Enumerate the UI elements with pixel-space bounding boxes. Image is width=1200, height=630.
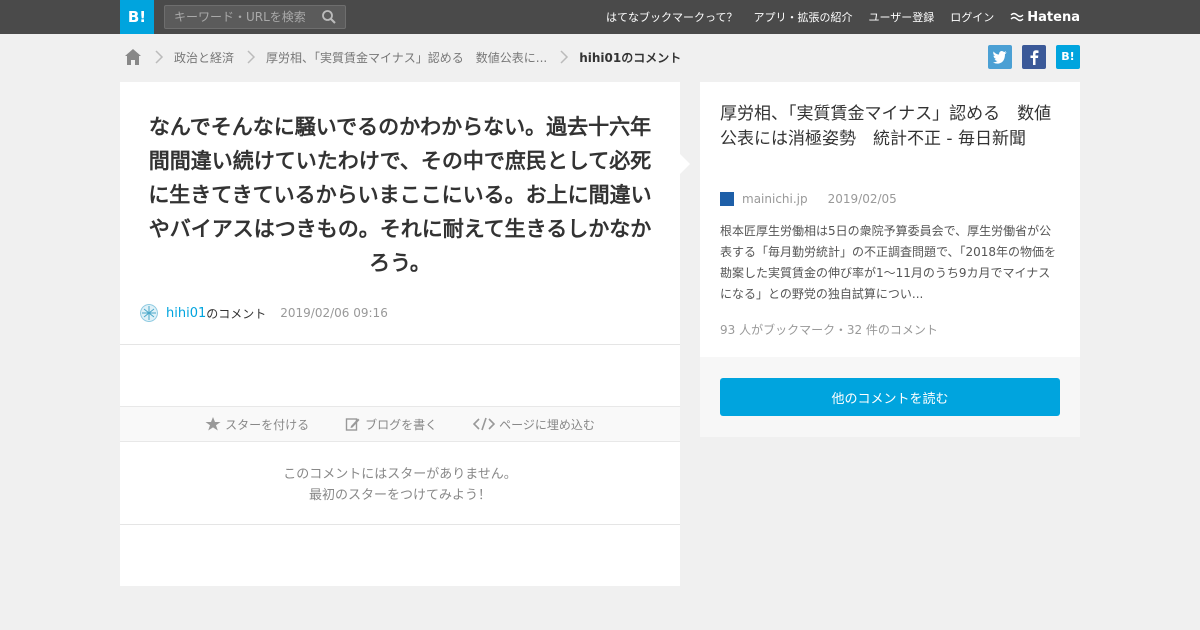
entry-domain[interactable]: mainichi.jp — [742, 192, 808, 206]
entry-meta: mainichi.jp 2019/02/05 — [720, 192, 897, 206]
no-star-message: このコメントにはスターがありません。 最初のスターをつけてみよう！ — [120, 464, 680, 506]
twitter-icon — [993, 51, 1007, 64]
search-input[interactable] — [165, 6, 315, 28]
comment-label: のコメント — [206, 306, 267, 321]
register-link[interactable]: ユーザー登録 — [869, 9, 935, 25]
divider — [120, 344, 680, 345]
hatena-brand-label: Hatena — [1027, 9, 1080, 25]
breadcrumb: 政治と経済 厚労相、「実質賃金マイナス」認める 数値公表に... hihi01の… — [124, 46, 681, 68]
entry-card: 厚労相、「実質賃金マイナス」認める 数値公表には消極姿勢 統計不正 - 毎日新聞… — [700, 82, 1080, 357]
no-star-line-2: 最初のスターをつけてみよう！ — [308, 488, 491, 503]
add-star-label: スターを付ける — [225, 417, 310, 432]
breadcrumb-current: hihi01のコメント — [579, 50, 682, 65]
avatar[interactable] — [140, 304, 158, 322]
search-icon[interactable] — [321, 9, 337, 25]
twitter-share-button[interactable] — [988, 45, 1012, 69]
comment-actions: スターを付ける ブログを書く ページに埋め込む — [120, 406, 680, 442]
hatena-bookmark-share-button[interactable]: B! — [1056, 45, 1080, 69]
apps-link[interactable]: アプリ・拡張の紹介 — [754, 9, 853, 25]
write-blog-label: ブログを書く — [365, 417, 438, 432]
facebook-share-button[interactable] — [1022, 45, 1046, 69]
write-blog-button[interactable]: ブログを書く — [345, 416, 437, 433]
embed-label: ページに埋め込む — [499, 417, 595, 432]
embed-button[interactable]: ページに埋め込む — [473, 416, 595, 433]
comment-body: なんでそんなに騒いでるのかわからない。過去十六年間間違い続けていたわけで、その中… — [148, 115, 652, 275]
share-buttons: B! — [988, 45, 1080, 69]
chevron-right-icon — [560, 50, 569, 64]
comment-username[interactable]: hihi01 — [166, 306, 206, 321]
entry-summary: 根本匠厚生労働相は5日の衆院予算委員会で、厚生労働省が公表する「毎月勤労統計」の… — [720, 224, 1057, 301]
star-icon — [205, 417, 221, 431]
login-link[interactable]: ログイン — [950, 9, 994, 25]
chevron-right-icon — [155, 50, 164, 64]
entry-date: 2019/02/05 — [827, 192, 897, 206]
bookmark-counts[interactable]: 93 人がブックマーク・32 件のコメント — [720, 321, 938, 338]
read-other-comments-button[interactable]: 他のコメントを読む — [720, 378, 1060, 416]
header-links: はてなブックマークって？ アプリ・拡張の紹介 ユーザー登録 ログイン Haten… — [606, 0, 1080, 34]
breadcrumb-entry[interactable]: 厚労相、「実質賃金マイナス」認める 数値公表に... — [266, 49, 547, 66]
top-navigation-bar: B! はてなブックマークって？ アプリ・拡張の紹介 ユーザー登録 ログイン Ha… — [0, 0, 1200, 34]
hatena-mark-icon — [1010, 12, 1024, 22]
add-star-button[interactable]: スターを付ける — [205, 416, 309, 433]
site-favicon-icon — [720, 192, 734, 206]
edit-icon — [345, 418, 360, 431]
hatena-bookmark-logo[interactable]: B! — [120, 0, 154, 34]
card-pointer — [680, 154, 690, 174]
about-link[interactable]: はてなブックマークって？ — [606, 9, 737, 25]
no-star-line-1: このコメントにはスターがありません。 — [283, 467, 517, 482]
comment-meta: hihi01 のコメント 2019/02/06 09:16 — [140, 304, 388, 322]
home-icon[interactable] — [124, 48, 142, 66]
search-box[interactable] — [164, 5, 346, 29]
code-icon — [473, 417, 496, 431]
entry-footer: 他のコメントを読む — [700, 357, 1080, 437]
breadcrumb-category[interactable]: 政治と経済 — [174, 49, 234, 66]
divider — [120, 524, 680, 525]
comment-date[interactable]: 2019/02/06 09:16 — [280, 306, 388, 320]
facebook-icon — [1030, 50, 1039, 65]
entry-title[interactable]: 厚労相、「実質賃金マイナス」認める 数値公表には消極姿勢 統計不正 - 毎日新聞 — [720, 102, 1065, 152]
comment-card: なんでそんなに騒いでるのかわからない。過去十六年間間違い続けていたわけで、その中… — [120, 82, 680, 586]
hatena-brand-link[interactable]: Hatena — [1010, 10, 1080, 25]
chevron-right-icon — [247, 50, 256, 64]
